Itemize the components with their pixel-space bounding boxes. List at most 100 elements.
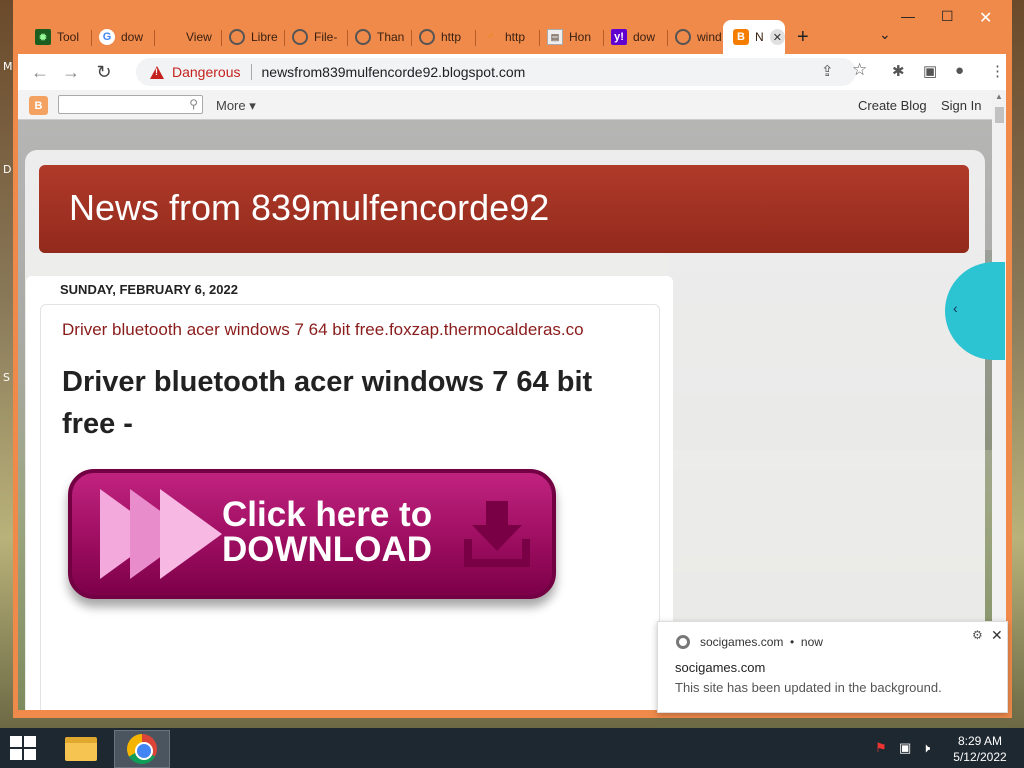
side-panel-icon[interactable]: ▣ xyxy=(923,62,937,80)
tab[interactable]: ◜ http xyxy=(477,24,539,50)
chrome-taskbar-button[interactable] xyxy=(114,730,170,768)
blog-search-input[interactable]: ⚲ xyxy=(58,95,203,114)
tab-label: Than xyxy=(377,30,405,44)
gear-icon: ✹ xyxy=(35,29,51,45)
folder-icon xyxy=(65,737,97,761)
clock-time: 8:29 AM xyxy=(957,734,1003,748)
globe-icon xyxy=(292,29,308,45)
tab-label: Tool xyxy=(57,30,80,44)
forward-button[interactable]: → xyxy=(59,60,83,84)
tab-divider xyxy=(603,30,604,46)
download-arrow-icon xyxy=(464,501,530,567)
page-icon: ▤ xyxy=(547,29,563,45)
tab-divider xyxy=(284,30,285,46)
warning-icon xyxy=(150,65,164,79)
post-date: SUNDAY, FEBRUARY 6, 2022 xyxy=(60,282,238,297)
loading-icon: ◜ xyxy=(488,31,494,44)
tab-divider xyxy=(475,30,476,46)
omnibox-divider xyxy=(250,64,252,80)
tab-label: Hon xyxy=(569,30,592,44)
security-status[interactable]: Dangerous xyxy=(172,64,241,80)
blogger-logo-icon[interactable]: B xyxy=(29,96,48,115)
close-icon[interactable]: ✕ xyxy=(991,627,1003,644)
close-tab-icon[interactable]: ✕ xyxy=(769,29,785,45)
tab[interactable]: ▤ Hon xyxy=(541,24,603,50)
tab-divider xyxy=(347,30,348,46)
tab-label: View xyxy=(186,30,212,44)
download-label: Click here to DOWNLOAD xyxy=(222,497,432,567)
tab[interactable]: View xyxy=(158,24,220,50)
start-button[interactable] xyxy=(10,736,38,760)
back-button[interactable]: ← xyxy=(28,60,52,84)
maximize-button[interactable]: ☐ xyxy=(941,8,954,25)
network-icon[interactable]: ▣ xyxy=(899,740,911,756)
profile-icon[interactable]: ● xyxy=(955,62,964,79)
reload-button[interactable]: ↻ xyxy=(92,60,116,84)
blogger-icon: B xyxy=(733,29,749,45)
file-explorer-button[interactable] xyxy=(56,730,106,768)
notification-toast[interactable]: socigames.com • now ⚙ ✕ socigames.com Th… xyxy=(657,621,1008,713)
tab-label: File- xyxy=(314,30,338,44)
tab-divider xyxy=(91,30,92,46)
new-tab-button[interactable]: + xyxy=(797,26,809,49)
share-icon[interactable]: ⇪ xyxy=(821,62,834,80)
sign-in-link[interactable]: Sign In xyxy=(941,98,981,113)
tab-divider xyxy=(539,30,540,46)
tab-label: dow xyxy=(633,30,656,44)
close-window-button[interactable]: ✕ xyxy=(979,8,992,28)
menu-icon[interactable]: ⋮ xyxy=(990,62,1005,80)
system-clock[interactable]: 8:29 AM 5/12/2022 xyxy=(950,733,1010,765)
tab[interactable]: y! dow xyxy=(605,24,667,50)
notification-body: This site has been updated in the backgr… xyxy=(675,680,942,695)
post-link[interactable]: Driver bluetooth acer windows 7 64 bit f… xyxy=(62,320,584,340)
clock-date: 5/12/2022 xyxy=(953,750,1007,764)
download-label-line1: Click here to xyxy=(222,495,433,534)
desktop-icon-label: M xyxy=(3,60,13,73)
volume-muted-icon[interactable]: 🕨 xyxy=(922,740,930,756)
post-column: SUNDAY, FEBRUARY 6, 2022 Driver bluetoot… xyxy=(26,276,673,710)
gear-icon[interactable]: ⚙ xyxy=(972,628,983,642)
tab-label: dow xyxy=(121,30,144,44)
chevron-icon xyxy=(160,489,222,579)
tab-divider xyxy=(221,30,222,46)
create-blog-link[interactable]: Create Blog xyxy=(858,98,927,113)
browser-window: ✹ Tool G dow View Libre File- Than http … xyxy=(13,0,1012,718)
tab[interactable]: wind xyxy=(669,24,729,50)
tab-search-button[interactable]: ⌄ xyxy=(879,26,891,43)
more-menu-button[interactable]: More ▾ xyxy=(216,98,256,114)
desktop-icon-label: S xyxy=(3,371,10,384)
post: Driver bluetooth acer windows 7 64 bit f… xyxy=(40,304,660,710)
search-icon[interactable]: ⚲ xyxy=(189,97,198,111)
address-bar[interactable]: Dangerous newsfrom839mulfencorde92.blogs… xyxy=(136,58,856,86)
action-center-flag-icon[interactable]: ⚑ xyxy=(875,740,887,756)
notification-time: now xyxy=(800,635,823,649)
tab[interactable]: File- xyxy=(286,24,346,50)
notification-source: socigames.com • now xyxy=(700,635,823,649)
scroll-up-icon[interactable]: ▲ xyxy=(995,92,1003,101)
minimize-button[interactable]: — xyxy=(901,8,915,24)
url-text[interactable]: newsfrom839mulfencorde92.blogspot.com xyxy=(262,64,526,80)
tab[interactable]: Libre xyxy=(223,24,283,50)
scroll-thumb[interactable] xyxy=(995,107,1004,123)
tab[interactable]: Than xyxy=(349,24,411,50)
download-button[interactable]: Click here to DOWNLOAD xyxy=(68,469,556,599)
page-scrollbar[interactable]: ▲ xyxy=(992,90,1006,710)
globe-icon xyxy=(229,29,245,45)
tab-active[interactable]: B N ✕ xyxy=(723,20,785,54)
extensions-icon[interactable]: ✱ xyxy=(892,62,905,80)
notification-source-site: socigames.com xyxy=(700,635,784,649)
yahoo-icon: y! xyxy=(611,29,627,45)
tab[interactable]: ✹ Tool xyxy=(29,24,87,50)
desktop-icon-label: D xyxy=(3,163,12,176)
blog-title[interactable]: News from 839mulfencorde92 xyxy=(69,187,549,229)
download-label-line2: DOWNLOAD xyxy=(222,530,432,569)
chrome-icon xyxy=(127,734,157,764)
tab[interactable]: G dow xyxy=(93,24,151,50)
tab-label: N xyxy=(755,30,764,44)
tab[interactable]: http xyxy=(413,24,475,50)
tab-label: Libre xyxy=(251,30,278,44)
tab-strip: ✹ Tool G dow View Libre File- Than http … xyxy=(13,0,1012,54)
tab-divider xyxy=(667,30,668,46)
tab-label: http xyxy=(505,30,526,44)
bookmark-star-icon[interactable]: ☆ xyxy=(852,60,867,80)
